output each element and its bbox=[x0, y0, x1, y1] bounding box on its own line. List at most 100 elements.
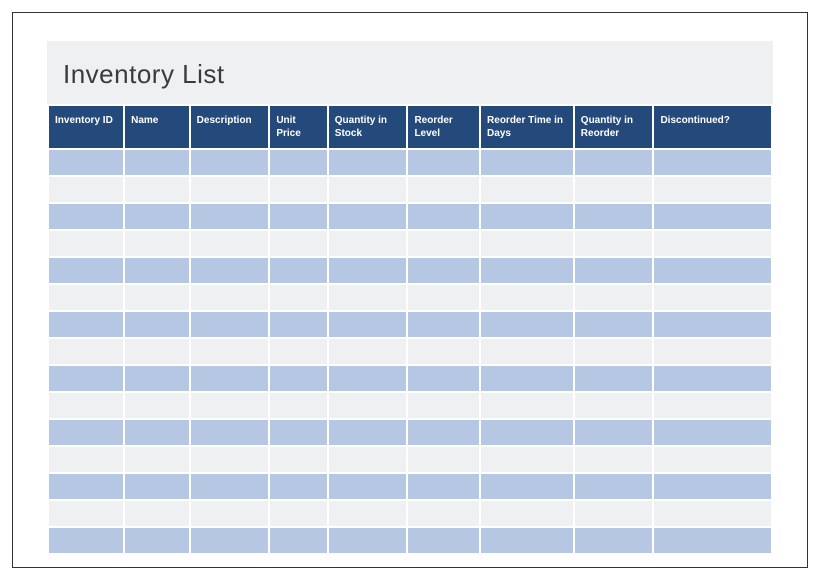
table-cell bbox=[481, 258, 573, 283]
table-cell bbox=[49, 150, 123, 175]
table-cell bbox=[481, 339, 573, 364]
table-row bbox=[49, 204, 771, 229]
table-row bbox=[49, 501, 771, 526]
table-cell bbox=[270, 393, 326, 418]
table-cell bbox=[270, 177, 326, 202]
table-cell bbox=[408, 339, 479, 364]
table-cell bbox=[329, 393, 407, 418]
table-cell bbox=[125, 393, 189, 418]
table-cell bbox=[408, 474, 479, 499]
table-cell bbox=[575, 231, 653, 256]
table-cell bbox=[270, 528, 326, 553]
table-cell bbox=[191, 366, 269, 391]
table-cell bbox=[408, 204, 479, 229]
table-cell bbox=[49, 231, 123, 256]
table-cell bbox=[329, 447, 407, 472]
table-cell bbox=[481, 366, 573, 391]
table-cell bbox=[191, 501, 269, 526]
table-cell bbox=[481, 474, 573, 499]
table-cell bbox=[408, 312, 479, 337]
table-cell bbox=[270, 285, 326, 310]
table-cell bbox=[654, 150, 771, 175]
table-cell bbox=[329, 285, 407, 310]
table-cell bbox=[329, 501, 407, 526]
table-cell bbox=[481, 420, 573, 445]
table-cell bbox=[575, 177, 653, 202]
table-cell bbox=[125, 366, 189, 391]
table-cell bbox=[408, 420, 479, 445]
table-cell bbox=[408, 231, 479, 256]
table-cell bbox=[191, 150, 269, 175]
table-cell bbox=[125, 474, 189, 499]
table-cell bbox=[49, 312, 123, 337]
table-cell bbox=[270, 447, 326, 472]
table-cell bbox=[270, 339, 326, 364]
table-cell bbox=[270, 258, 326, 283]
table-cell bbox=[270, 312, 326, 337]
table-cell bbox=[575, 312, 653, 337]
table-cell bbox=[654, 501, 771, 526]
table-row bbox=[49, 528, 771, 553]
table-row bbox=[49, 150, 771, 175]
table-cell bbox=[270, 420, 326, 445]
table-cell bbox=[125, 231, 189, 256]
table-cell bbox=[654, 339, 771, 364]
table-cell bbox=[408, 177, 479, 202]
table-cell bbox=[575, 285, 653, 310]
table-row bbox=[49, 393, 771, 418]
table-cell bbox=[125, 285, 189, 310]
table-cell bbox=[329, 258, 407, 283]
col-header-inventory-id: Inventory ID bbox=[49, 106, 123, 148]
table-cell bbox=[329, 177, 407, 202]
table-cell bbox=[125, 339, 189, 364]
table-cell bbox=[408, 447, 479, 472]
table-cell bbox=[191, 447, 269, 472]
table-cell bbox=[125, 204, 189, 229]
table-cell bbox=[270, 204, 326, 229]
table-cell bbox=[408, 285, 479, 310]
table-cell bbox=[125, 177, 189, 202]
table-cell bbox=[654, 285, 771, 310]
table-cell bbox=[575, 447, 653, 472]
table-cell bbox=[481, 528, 573, 553]
table-cell bbox=[575, 474, 653, 499]
table-row bbox=[49, 474, 771, 499]
table-cell bbox=[125, 258, 189, 283]
table-cell bbox=[329, 204, 407, 229]
table-row bbox=[49, 177, 771, 202]
table-cell bbox=[654, 420, 771, 445]
table-cell bbox=[408, 258, 479, 283]
table-cell bbox=[408, 501, 479, 526]
table-cell bbox=[481, 393, 573, 418]
table-cell bbox=[329, 150, 407, 175]
col-header-discontinued: Discontinued? bbox=[654, 106, 771, 148]
table-cell bbox=[481, 285, 573, 310]
table-cell bbox=[49, 285, 123, 310]
table-cell bbox=[481, 447, 573, 472]
table-cell bbox=[49, 258, 123, 283]
table-cell bbox=[654, 177, 771, 202]
page-title: Inventory List bbox=[63, 59, 757, 90]
table-cell bbox=[270, 231, 326, 256]
table-cell bbox=[49, 501, 123, 526]
table-cell bbox=[575, 528, 653, 553]
table-cell bbox=[654, 231, 771, 256]
table-cell bbox=[654, 447, 771, 472]
table-cell bbox=[654, 528, 771, 553]
table-cell bbox=[125, 501, 189, 526]
table-row bbox=[49, 285, 771, 310]
table-row bbox=[49, 366, 771, 391]
table-cell bbox=[49, 177, 123, 202]
table-cell bbox=[125, 150, 189, 175]
table-cell bbox=[191, 528, 269, 553]
table-cell bbox=[191, 420, 269, 445]
table-cell bbox=[49, 528, 123, 553]
table-cell bbox=[125, 420, 189, 445]
table-cell bbox=[329, 528, 407, 553]
table-cell bbox=[270, 150, 326, 175]
table-cell bbox=[49, 420, 123, 445]
table-cell bbox=[481, 501, 573, 526]
table-row bbox=[49, 339, 771, 364]
table-row bbox=[49, 447, 771, 472]
table-row bbox=[49, 312, 771, 337]
